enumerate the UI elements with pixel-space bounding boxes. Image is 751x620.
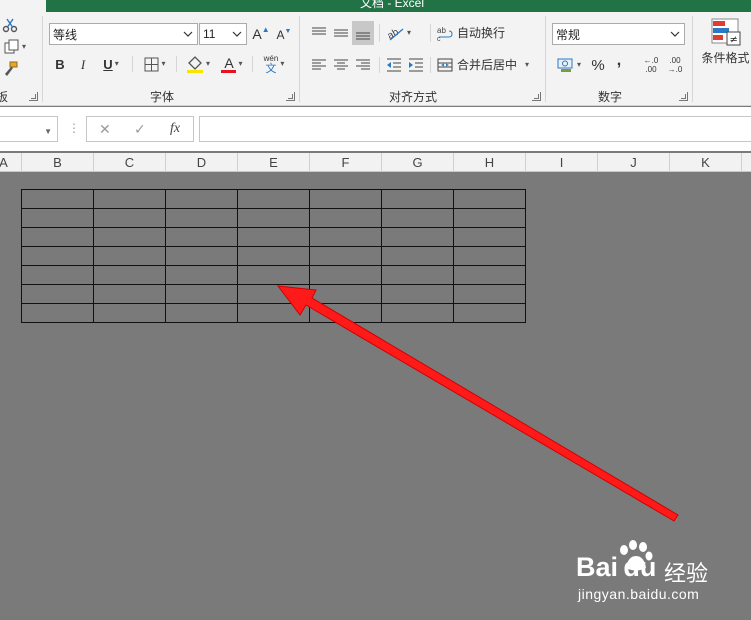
baidu-watermark: Bai du 经验 jingyan.baidu.com <box>576 540 751 610</box>
watermark-url: jingyan.baidu.com <box>578 586 700 602</box>
red-arrow-annotation <box>276 285 679 522</box>
excel-window: 文档 - Excel ▾ 板 等线 11 A ▲ A ▼ B I U ▾ ▾ ▾… <box>0 0 751 620</box>
watermark-brand: Bai du <box>576 552 657 582</box>
watermark-cn: 经验 <box>664 561 709 586</box>
